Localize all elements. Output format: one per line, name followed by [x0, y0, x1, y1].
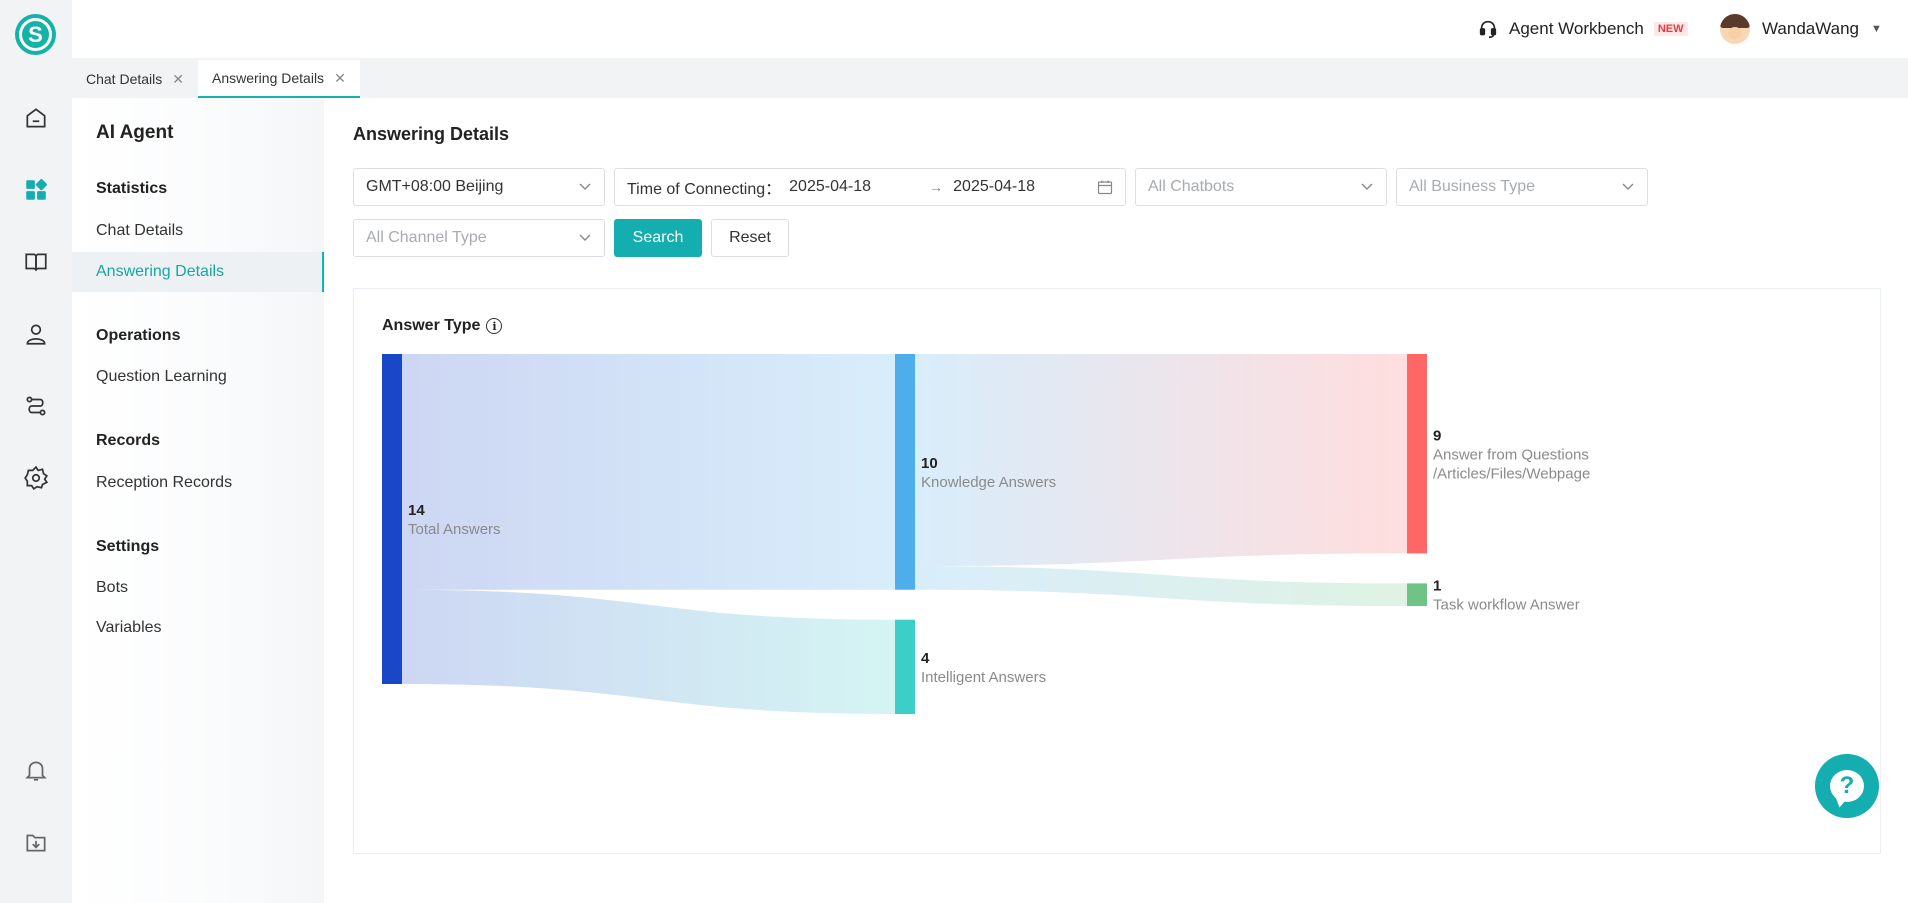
user-name: WandaWang: [1762, 19, 1860, 38]
dashboard-icon[interactable]: [22, 176, 50, 204]
timezone-select[interactable]: GMT+08:00 Beijing: [353, 168, 605, 206]
sankey-node-label: Total Answers: [408, 521, 501, 538]
sankey-node-task[interactable]: [1407, 583, 1427, 607]
tab-label: Answering Details: [212, 70, 325, 86]
tabs-bar: Chat Details ✕ Answering Details ✕: [72, 58, 1908, 98]
calendar-icon: [1097, 180, 1113, 195]
close-icon[interactable]: ✕: [334, 70, 346, 87]
sankey-node-label: Task workflow Answer: [1433, 597, 1580, 614]
date-end-input[interactable]: 2025-04-18: [953, 178, 1093, 196]
sankey-node-label: Knowledge Answers: [921, 474, 1056, 491]
sidebar-item-reception-records[interactable]: Reception Records: [72, 463, 324, 503]
chatbots-placeholder: All Chatbots: [1148, 178, 1235, 195]
user-menu[interactable]: WandaWang ▼: [1720, 14, 1882, 44]
sankey-node-label: Intelligent Answers: [921, 669, 1046, 686]
caret-down-icon: ▼: [1871, 23, 1882, 35]
tab-label: Chat Details: [86, 71, 163, 87]
new-badge: NEW: [1653, 22, 1688, 36]
question-icon: ?: [1830, 770, 1864, 802]
home-icon[interactable]: [22, 104, 50, 132]
sankey-link-knowledge-qafw[interactable]: [915, 354, 1407, 567]
timezone-value: GMT+08:00 Beijing: [366, 178, 504, 195]
channel-type-placeholder: All Channel Type: [366, 229, 487, 246]
nav-group-settings: Settings: [96, 538, 160, 555]
workflow-icon[interactable]: [22, 392, 50, 420]
sankey-node-intelligent[interactable]: [895, 619, 915, 714]
chevron-down-icon: [1361, 183, 1373, 190]
sidebar-item-chat-details[interactable]: Chat Details: [72, 211, 324, 251]
avatar: [1720, 14, 1750, 44]
sankey-link-total-intelligent[interactable]: [402, 589, 895, 714]
chevron-down-icon: [1622, 183, 1634, 190]
sankey-node-value: 9: [1433, 428, 1441, 445]
answer-type-card: Answer Type i 14 Total Answers 10 Knowledge…: [353, 288, 1881, 854]
download-icon[interactable]: [22, 828, 50, 856]
bell-icon[interactable]: [22, 756, 50, 784]
chatbots-select[interactable]: All Chatbots: [1135, 168, 1387, 206]
app-logo[interactable]: S: [15, 14, 56, 55]
sankey-node-value: 4: [921, 650, 930, 667]
sidebar-item-answering-details[interactable]: Answering Details: [72, 252, 324, 292]
date-label: Time of Connecting：: [627, 181, 782, 198]
sankey-link-knowledge-task[interactable]: [915, 566, 1407, 607]
date-start-input[interactable]: 2025-04-18: [789, 178, 929, 196]
icon-rail: S: [0, 0, 72, 903]
gear-icon[interactable]: [22, 464, 50, 492]
sankey-node-total[interactable]: [382, 354, 402, 684]
sankey-chart: 14 Total Answers 10 Knowledge Answers 4 Intel…: [382, 354, 1590, 714]
main-content: Answering Details GMT+08:00 Beijing Time…: [324, 98, 1908, 903]
chevron-down-icon: [579, 234, 591, 241]
tab-chat-details[interactable]: Chat Details ✕: [72, 60, 198, 98]
book-icon[interactable]: [22, 248, 50, 276]
sankey-node-value: 14: [408, 502, 425, 519]
close-icon[interactable]: ✕: [172, 71, 184, 88]
sidebar-item-variables[interactable]: Variables: [72, 608, 324, 648]
sankey-node-value: 10: [921, 455, 938, 472]
business-type-select[interactable]: All Business Type: [1396, 168, 1648, 206]
business-type-placeholder: All Business Type: [1409, 178, 1535, 195]
sidebar-title: AI Agent: [96, 122, 174, 143]
sankey-node-knowledge[interactable]: [895, 354, 915, 590]
sidebar-item-question-learning[interactable]: Question Learning: [72, 357, 324, 397]
logo-s-icon: S: [19, 18, 52, 51]
top-bar: Agent Workbench NEW WandaWang ▼: [72, 0, 1908, 58]
reset-button[interactable]: Reset: [711, 219, 789, 257]
date-separator: →: [929, 179, 944, 195]
channel-type-select[interactable]: All Channel Type: [353, 219, 605, 257]
sankey-node-value: 1: [1433, 578, 1441, 595]
nav-group-statistics: Statistics: [96, 180, 168, 197]
agent-workbench-label: Agent Workbench: [1509, 19, 1644, 38]
help-button[interactable]: ?: [1815, 754, 1879, 818]
agent-workbench-link[interactable]: Agent Workbench NEW: [1477, 18, 1688, 40]
sidebar-item-bots[interactable]: Bots: [72, 568, 324, 608]
content-panel: AI Agent Statistics Chat Details Answeri…: [72, 98, 1908, 903]
page-title: Answering Details: [353, 124, 510, 144]
nav-group-operations: Operations: [96, 327, 181, 344]
headset-icon: [1479, 20, 1497, 39]
search-button[interactable]: Search: [614, 219, 702, 257]
chevron-down-icon: [579, 183, 591, 190]
sankey-node-label: /Articles/Files/Webpage: [1433, 466, 1590, 483]
date-range-picker[interactable]: Time of Connecting： 2025-04-18 → 2025-04…: [614, 168, 1126, 206]
sankey-node-qafw[interactable]: [1407, 354, 1427, 554]
tab-answering-details[interactable]: Answering Details ✕: [198, 60, 360, 98]
sankey-link-total-knowledge[interactable]: [402, 354, 895, 590]
sidebar: AI Agent Statistics Chat Details Answeri…: [72, 98, 324, 903]
sankey-node-label: Answer from Questions: [1433, 447, 1589, 464]
user-icon[interactable]: [22, 320, 50, 348]
nav-group-records: Records: [96, 432, 161, 449]
